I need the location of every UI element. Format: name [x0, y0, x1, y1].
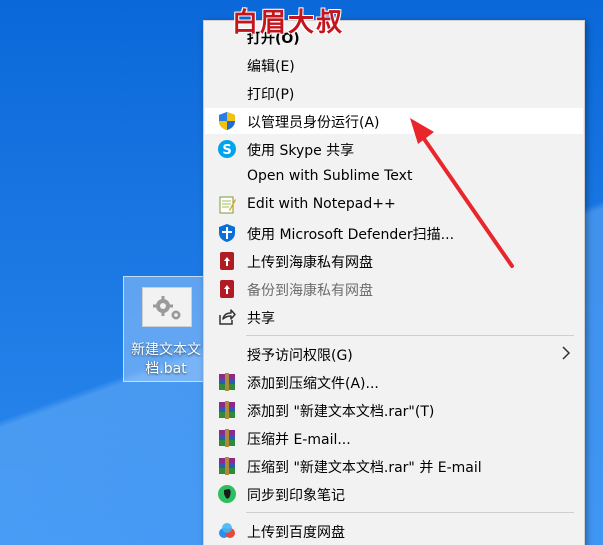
menu-item-hik-backup[interactable]: 备份到海康私有网盘 [205, 276, 583, 302]
menu-item-label: 使用 Skype 共享 [247, 143, 355, 159]
menu-item-add-to-rar[interactable]: 添加到 "新建文本文档.rar"(T) [205, 397, 583, 423]
watermark-text: 白眉大叔 [232, 8, 345, 38]
menu-separator [246, 335, 574, 336]
menu-item-label: 压缩并 E-mail... [247, 432, 351, 448]
menu-item-sublime[interactable]: Open with Sublime Text [205, 164, 583, 190]
menu-item-label: 上传到百度网盘 [247, 525, 345, 541]
menu-item-skype-share[interactable]: S 使用 Skype 共享 [205, 136, 583, 162]
menu-item-edit[interactable]: 编辑(E) [205, 52, 583, 78]
menu-item-hik-upload[interactable]: 上传到海康私有网盘 [205, 248, 583, 274]
winrar-icon [217, 428, 237, 448]
hikvision-cloud-icon [217, 279, 237, 299]
menu-item-baidu-upload[interactable]: 上传到百度网盘 [205, 518, 583, 544]
menu-item-label: 备份到海康私有网盘 [247, 283, 373, 299]
menu-item-print[interactable]: 打印(P) [205, 80, 583, 106]
evernote-icon [217, 484, 237, 504]
defender-shield-icon [217, 223, 237, 243]
menu-item-notepadpp[interactable]: Edit with Notepad++ [205, 192, 583, 218]
winrar-icon [217, 400, 237, 420]
uac-shield-icon [217, 111, 237, 131]
share-icon [217, 307, 237, 327]
svg-text:S: S [222, 143, 231, 158]
menu-item-defender-scan[interactable]: 使用 Microsoft Defender扫描... [205, 220, 583, 246]
menu-item-compress-rar-email[interactable]: 压缩到 "新建文本文档.rar" 并 E-mail [205, 453, 583, 479]
gear-icon [142, 287, 192, 327]
menu-item-label: 以管理员身份运行(A) [247, 115, 380, 131]
menu-item-compress-email[interactable]: 压缩并 E-mail... [205, 425, 583, 451]
menu-item-label: 压缩到 "新建文本文档.rar" 并 E-mail [247, 460, 482, 476]
menu-item-label: 打印(P) [247, 87, 295, 103]
menu-item-label: 同步到印象笔记 [247, 488, 345, 504]
menu-item-label: 授予访问权限(G) [247, 348, 353, 364]
file-name-label: 新建文本文档.bat [131, 342, 201, 377]
menu-item-label: 添加到压缩文件(A)... [247, 376, 379, 392]
winrar-icon [217, 456, 237, 476]
menu-item-run-as-admin[interactable]: 以管理员身份运行(A) [205, 108, 583, 134]
menu-item-label: Edit with Notepad++ [247, 196, 396, 212]
baidu-netdisk-icon [217, 521, 237, 541]
menu-item-label: 上传到海康私有网盘 [247, 255, 373, 271]
menu-item-label: 共享 [247, 311, 275, 327]
menu-item-label: Open with Sublime Text [247, 168, 413, 184]
menu-item-add-archive[interactable]: 添加到压缩文件(A)... [205, 369, 583, 395]
desktop-file-bat[interactable]: 新建文本文档.bat [123, 276, 205, 382]
skype-icon: S [217, 139, 237, 159]
menu-item-label: 使用 Microsoft Defender扫描... [247, 227, 455, 243]
hikvision-cloud-icon [217, 251, 237, 271]
winrar-icon [217, 372, 237, 392]
menu-separator [246, 512, 574, 513]
notepad-plus-plus-icon [217, 195, 237, 215]
menu-item-label: 编辑(E) [247, 59, 295, 75]
chevron-right-icon [559, 343, 573, 363]
context-menu: 打开(O) 编辑(E) 打印(P) 以管理员身份运行(A) S 使用 Skype… [203, 20, 585, 545]
menu-item-label: 添加到 "新建文本文档.rar"(T) [247, 404, 435, 420]
menu-item-evernote-sync[interactable]: 同步到印象笔记 [205, 481, 583, 507]
menu-item-grant-access[interactable]: 授予访问权限(G) [205, 341, 583, 367]
menu-item-share[interactable]: 共享 [205, 304, 583, 330]
